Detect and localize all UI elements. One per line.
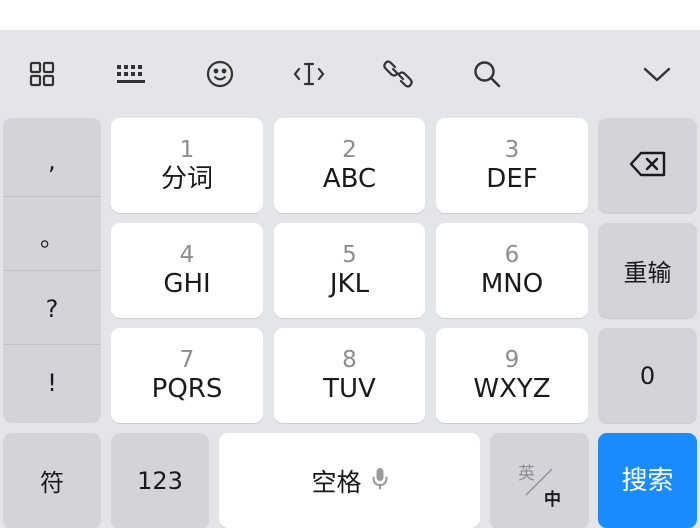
key-6-mno[interactable]: 6 MNO: [436, 223, 588, 318]
punctuation-key-period[interactable]: 。: [3, 198, 101, 272]
key-number: 4: [179, 241, 195, 268]
key-label: MNO: [480, 268, 544, 299]
search-icon[interactable]: [467, 54, 507, 94]
keyboard-toolbar: [0, 30, 700, 116]
key-label: JKL: [329, 268, 370, 299]
key-label: DEF: [486, 163, 538, 194]
punctuation-key-question[interactable]: ?: [3, 272, 101, 346]
search-label: 搜索: [621, 465, 674, 496]
key-number: 3: [504, 136, 520, 163]
key-number: 9: [504, 346, 520, 373]
key-3-def[interactable]: 3 DEF: [436, 118, 588, 213]
language-switch-button[interactable]: 英 中: [490, 433, 589, 528]
backspace-button[interactable]: [598, 118, 697, 213]
space-button[interactable]: 空格: [219, 433, 480, 528]
collapse-icon[interactable]: [637, 54, 677, 94]
punctuation-sidebar: , 。 ? !: [3, 118, 101, 423]
key-number: 7: [179, 346, 195, 373]
numeric-keyboard-button[interactable]: 123: [111, 433, 209, 528]
key-label: ABC: [322, 163, 377, 194]
divider: [3, 196, 101, 197]
emoji-icon[interactable]: [200, 54, 240, 94]
grid-icon[interactable]: [22, 54, 62, 94]
space-label: 空格: [311, 467, 362, 497]
chinese-label: 中: [544, 490, 561, 510]
key-label: TUV: [323, 373, 376, 404]
key-5-jkl[interactable]: 5 JKL: [274, 223, 425, 318]
key-label: WXYZ: [473, 373, 551, 404]
key-number: 1: [179, 136, 195, 163]
key-2-abc[interactable]: 2 ABC: [274, 118, 425, 213]
backspace-icon: [628, 150, 668, 182]
key-7-pqrs[interactable]: 7 PQRS: [111, 328, 263, 423]
key-number: 2: [342, 136, 357, 163]
key-number: 8: [342, 346, 357, 373]
punctuation-key-exclamation[interactable]: !: [3, 346, 101, 420]
link-icon[interactable]: [378, 54, 418, 94]
keyboard-icon[interactable]: [111, 54, 151, 94]
cursor-icon[interactable]: [289, 54, 329, 94]
key-label: PQRS: [151, 373, 223, 404]
key-0[interactable]: 0: [598, 328, 697, 423]
punctuation-key-comma[interactable]: ,: [3, 124, 101, 198]
key-label: GHI: [163, 268, 211, 299]
key-9-wxyz[interactable]: 9 WXYZ: [436, 328, 588, 423]
search-button[interactable]: 搜索: [598, 433, 697, 528]
symbol-button[interactable]: 符: [3, 433, 101, 528]
divider: [3, 270, 101, 271]
numeric-label: 123: [137, 466, 183, 495]
key-8-tuv[interactable]: 8 TUV: [274, 328, 425, 423]
microphone-icon: [372, 466, 388, 496]
key-label: 分词: [160, 163, 213, 194]
divider: [3, 344, 101, 345]
key-number: 6: [504, 241, 520, 268]
reinput-label: 重输: [623, 259, 672, 287]
reinput-button[interactable]: 重输: [598, 223, 697, 318]
key-1-fenci[interactable]: 1 分词: [111, 118, 263, 213]
key-number: 5: [342, 241, 357, 268]
top-strip: [0, 0, 700, 30]
key-label: 0: [639, 361, 656, 390]
symbol-label: 符: [40, 469, 64, 497]
key-4-ghi[interactable]: 4 GHI: [111, 223, 263, 318]
